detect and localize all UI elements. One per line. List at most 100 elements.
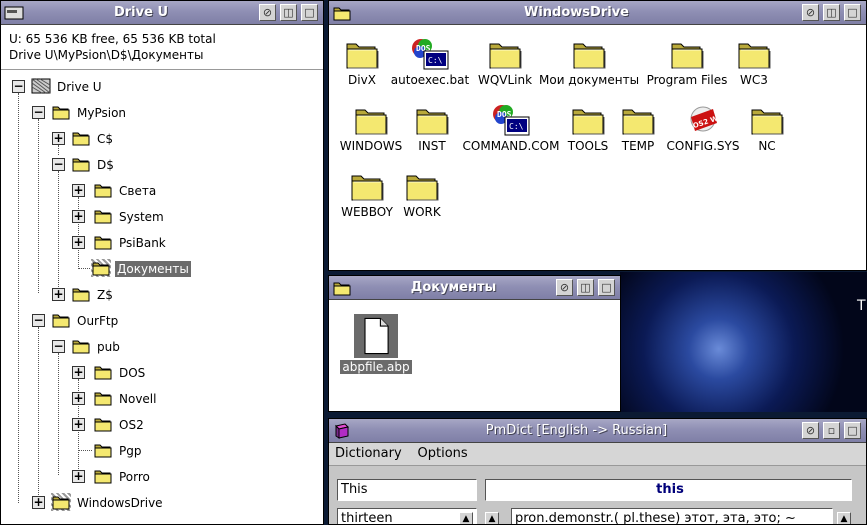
icon-tools[interactable]: TOOLS <box>563 103 613 153</box>
scroll-up-button[interactable]: ▲ <box>485 512 499 524</box>
tree-line <box>58 145 59 155</box>
documents-client: abpfile.abp <box>329 300 620 411</box>
tree-line <box>38 327 39 501</box>
restore-button[interactable]: ▫ <box>823 422 840 439</box>
restore-button[interactable]: ◫ <box>577 279 594 296</box>
collapse-toggle[interactable]: − <box>52 158 65 171</box>
expand-toggle[interactable]: + <box>32 496 45 509</box>
folder-icon <box>93 207 113 225</box>
drive-path: Drive U\MyPsion\D$\Документы <box>9 48 204 62</box>
icon-wc3[interactable]: WC3 <box>729 37 779 87</box>
expand-toggle[interactable]: + <box>72 210 85 223</box>
info-separator <box>1 69 323 70</box>
minimize-button[interactable]: ⊘ <box>802 422 819 439</box>
icon-webboy[interactable]: WEBBOY <box>337 169 397 219</box>
folder-icon <box>51 103 71 121</box>
search-input[interactable]: This <box>337 479 477 501</box>
dos-program-icon <box>491 103 531 137</box>
scroll-up-button[interactable]: ▲ <box>459 512 473 524</box>
minimize-button[interactable]: ⊘ <box>802 4 819 21</box>
icon-abpfile[interactable]: abpfile.abp <box>339 314 413 374</box>
documents-titlebar[interactable]: Документы ⊘ ◫ □ <box>329 276 620 300</box>
folder-icon <box>51 311 71 329</box>
folder-icon[interactable] <box>332 4 352 22</box>
restore-button[interactable]: ◫ <box>280 4 297 21</box>
drive-window-system-icon[interactable] <box>4 4 24 22</box>
collapse-toggle[interactable]: − <box>32 106 45 119</box>
drive-u-titlebar[interactable]: Drive U ⊘ ◫ □ <box>1 1 323 25</box>
icon-work[interactable]: WORK <box>399 169 445 219</box>
expand-toggle[interactable]: + <box>72 418 85 431</box>
restore-button[interactable]: ◫ <box>823 4 840 21</box>
folder-icon <box>93 415 113 433</box>
icon-config-sys[interactable]: CONFIG.SYS <box>663 103 743 153</box>
definition-area: pron.demonstr.( pl.these) этот, эта, это… <box>511 508 833 524</box>
minimize-button[interactable]: ⊘ <box>259 4 276 21</box>
maximize-button[interactable]: □ <box>844 422 861 439</box>
folder-icon <box>749 103 785 137</box>
icon-temp[interactable]: TEMP <box>615 103 661 153</box>
folder-icon <box>71 285 91 303</box>
documents-window: Документы ⊘ ◫ □ abpfile.abp <box>328 275 621 412</box>
tree-line <box>58 171 59 293</box>
drive-folder-icon <box>51 493 71 511</box>
folder-icon <box>736 37 772 71</box>
collapse-toggle[interactable]: − <box>52 340 65 353</box>
expand-toggle[interactable]: + <box>52 132 65 145</box>
folder-icon <box>620 103 656 137</box>
expand-toggle[interactable]: + <box>72 470 85 483</box>
minimize-button[interactable]: ⊘ <box>556 279 573 296</box>
window-title: PmDict [English -> Russian] <box>485 423 668 438</box>
headword-display: this <box>485 479 852 501</box>
windowsdrive-window: WindowsDrive ⊘ ◫ □ DivX autoexec.bat WQV… <box>328 0 867 271</box>
folder-icon <box>570 103 606 137</box>
icon-program-files[interactable]: Program Files <box>643 37 731 87</box>
collapse-toggle[interactable]: − <box>32 314 45 327</box>
drive-info: U: 65 536 KB free, 65 536 KB total Drive… <box>9 31 216 63</box>
scroll-up-button[interactable]: ▲ <box>837 512 851 524</box>
maximize-button[interactable]: □ <box>844 4 861 21</box>
word-list[interactable]: thirteen <box>337 508 477 524</box>
icon-my-documents[interactable]: Мои документы <box>537 37 641 87</box>
desktop-partial-text: T <box>857 298 866 314</box>
expand-toggle[interactable]: + <box>72 392 85 405</box>
icon-autoexec[interactable]: autoexec.bat <box>387 37 473 87</box>
maximize-button[interactable]: □ <box>598 279 615 296</box>
folder-icon[interactable] <box>332 279 352 297</box>
icon-divx[interactable]: DivX <box>337 37 387 87</box>
menu-bar: Dictionary Options <box>329 443 866 466</box>
folder-icon <box>71 155 91 173</box>
windowsdrive-titlebar[interactable]: WindowsDrive ⊘ ◫ □ <box>329 1 866 25</box>
folder-icon <box>404 169 440 203</box>
icon-inst[interactable]: INST <box>407 103 457 153</box>
folder-icon <box>71 337 91 355</box>
window-title: Документы <box>410 280 497 295</box>
book-icon[interactable] <box>334 423 350 439</box>
icon-wqvlink[interactable]: WQVLink <box>475 37 535 87</box>
folder-icon <box>93 389 113 407</box>
icon-command-com[interactable]: COMMAND.COM <box>459 103 563 153</box>
collapse-toggle[interactable]: − <box>12 80 25 93</box>
menu-dictionary[interactable]: Dictionary <box>329 443 408 465</box>
pmdict-body: This this thirteen ▲ ▲ pron.demonstr.( p… <box>329 466 866 524</box>
menu-options[interactable]: Options <box>412 443 474 465</box>
pmdict-titlebar[interactable]: PmDict [English -> Russian] ⊘ ▫ □ <box>329 419 866 443</box>
expand-toggle[interactable]: + <box>52 288 65 301</box>
icon-nc[interactable]: NC <box>745 103 789 153</box>
maximize-button[interactable]: □ <box>301 4 318 21</box>
folder-icon <box>93 441 113 459</box>
expand-toggle[interactable]: + <box>72 236 85 249</box>
tree-line <box>18 93 19 503</box>
tree-line <box>38 119 39 293</box>
folder-icon <box>669 37 705 71</box>
folder-icon <box>93 467 113 485</box>
tree-line <box>78 268 92 269</box>
expand-toggle[interactable]: + <box>72 366 85 379</box>
list-item[interactable]: thirteen <box>341 511 393 524</box>
tree-line <box>58 353 59 475</box>
icon-windows[interactable]: WINDOWS <box>337 103 405 153</box>
expand-toggle[interactable]: + <box>72 184 85 197</box>
drive-icon <box>31 77 51 95</box>
desktop-background <box>620 272 867 412</box>
drive-u-window: Drive U ⊘ ◫ □ U: 65 536 KB free, 65 536 … <box>0 0 324 525</box>
